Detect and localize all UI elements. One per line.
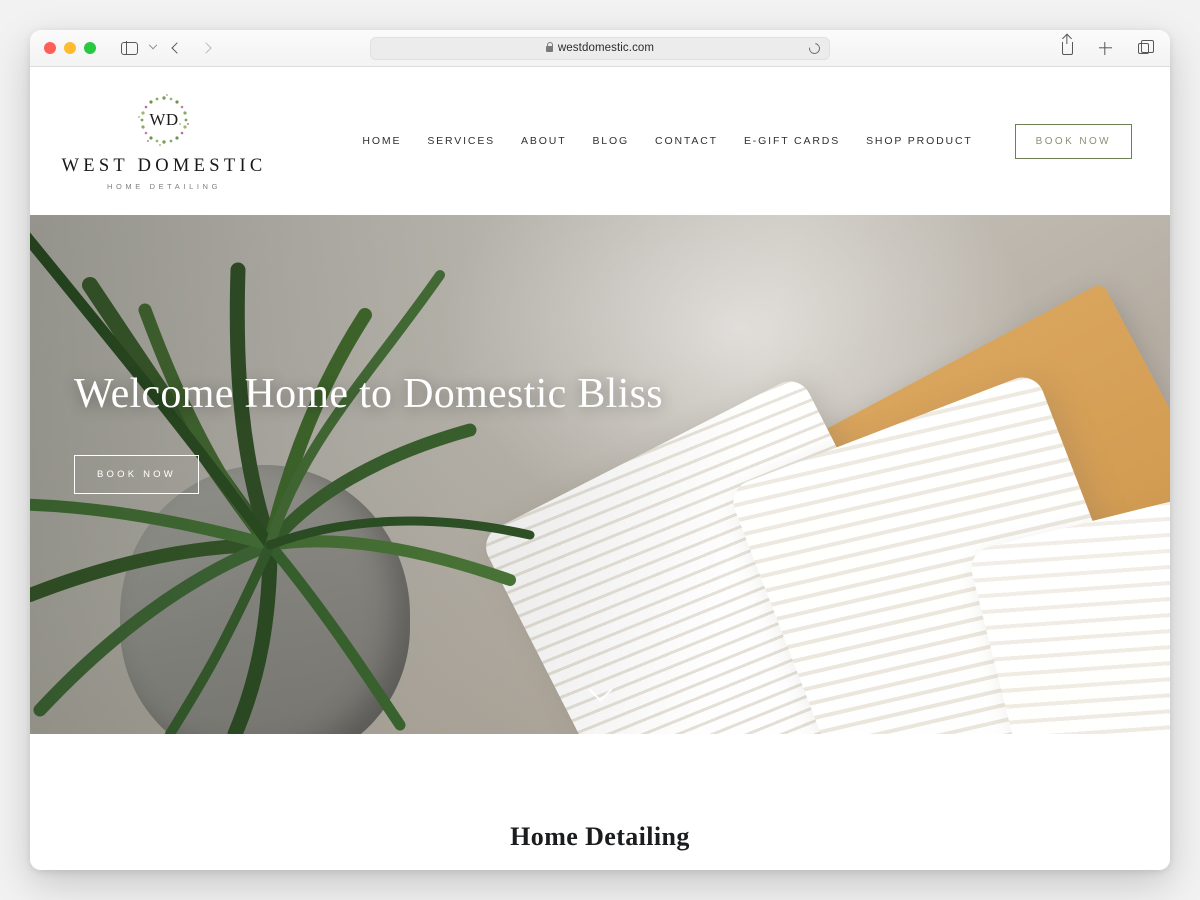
monogram-text: WD — [149, 109, 179, 129]
hero-book-now-button[interactable]: BOOK NOW — [74, 455, 199, 495]
hero-section: Welcome Home to Domestic Bliss BOOK NOW — [30, 215, 1170, 734]
toolbar-actions — [1054, 36, 1156, 60]
share-icon — [1061, 41, 1073, 55]
nav-item-services[interactable]: SERVICES — [427, 135, 495, 147]
window-controls — [44, 42, 96, 54]
header-book-now-button[interactable]: BOOK NOW — [1014, 123, 1132, 159]
home-detailing-section: Home Detailing — [30, 734, 1170, 870]
nav-item-about[interactable]: ABOUT — [521, 135, 566, 147]
reload-icon[interactable] — [806, 40, 823, 56]
url-text: westdomestic.com — [557, 42, 655, 54]
zoom-window-button[interactable] — [84, 42, 96, 54]
wreath-icon: WD — [135, 91, 193, 149]
page-content: WD WEST DOMESTIC HOME DETAILING HOME SER… — [30, 67, 1170, 870]
minimize-window-button[interactable] — [64, 42, 76, 54]
sidebar-icon — [120, 41, 138, 55]
nav-item-shop-product[interactable]: SHOP PRODUCT — [866, 135, 973, 147]
brand-name: WEST DOMESTIC — [61, 155, 267, 176]
scroll-down-button[interactable] — [585, 677, 615, 710]
address-bar[interactable]: westdomestic.com — [370, 36, 830, 60]
lock-icon — [545, 42, 554, 52]
brand-logo[interactable]: WD WEST DOMESTIC HOME DETAILING — [61, 91, 262, 192]
plus-icon — [1099, 42, 1112, 55]
chevron-down-icon — [148, 40, 158, 50]
browser-toolbar: westdomestic.com — [30, 30, 1170, 67]
chevron-down-icon — [587, 677, 613, 702]
section-heading: Home Detailing — [510, 822, 690, 851]
hero-content: Welcome Home to Domestic Bliss BOOK NOW — [74, 363, 694, 495]
brand-tagline: HOME DETAILING — [106, 182, 222, 192]
close-window-button[interactable] — [44, 42, 56, 54]
sidebar-dropdown-button[interactable] — [145, 36, 161, 60]
hero-title: Welcome Home to Domestic Bliss — [74, 371, 663, 417]
back-button[interactable] — [164, 36, 190, 60]
back-arrow-icon — [171, 42, 183, 54]
main-navigation: HOME SERVICES ABOUT BLOG CONTACT E-GIFT … — [362, 123, 1132, 159]
tabs-icon — [1137, 40, 1154, 54]
nav-item-blog[interactable]: BLOG — [592, 135, 629, 147]
new-tab-button[interactable] — [1092, 36, 1118, 60]
nav-item-contact[interactable]: CONTACT — [655, 135, 718, 147]
sidebar-toggle-button[interactable] — [116, 36, 142, 60]
browser-window: westdomestic.com WD WEST DOMESTIC HOME D… — [30, 30, 1170, 870]
forward-button[interactable] — [193, 36, 219, 60]
site-header: WD WEST DOMESTIC HOME DETAILING HOME SER… — [30, 67, 1170, 215]
nav-item-home[interactable]: HOME — [362, 135, 401, 147]
nav-item-e-gift-cards[interactable]: E-GIFT CARDS — [744, 135, 840, 147]
tab-overview-button[interactable] — [1130, 36, 1156, 60]
forward-arrow-icon — [200, 42, 212, 54]
share-button[interactable] — [1054, 36, 1080, 60]
navigation-controls — [116, 36, 219, 60]
